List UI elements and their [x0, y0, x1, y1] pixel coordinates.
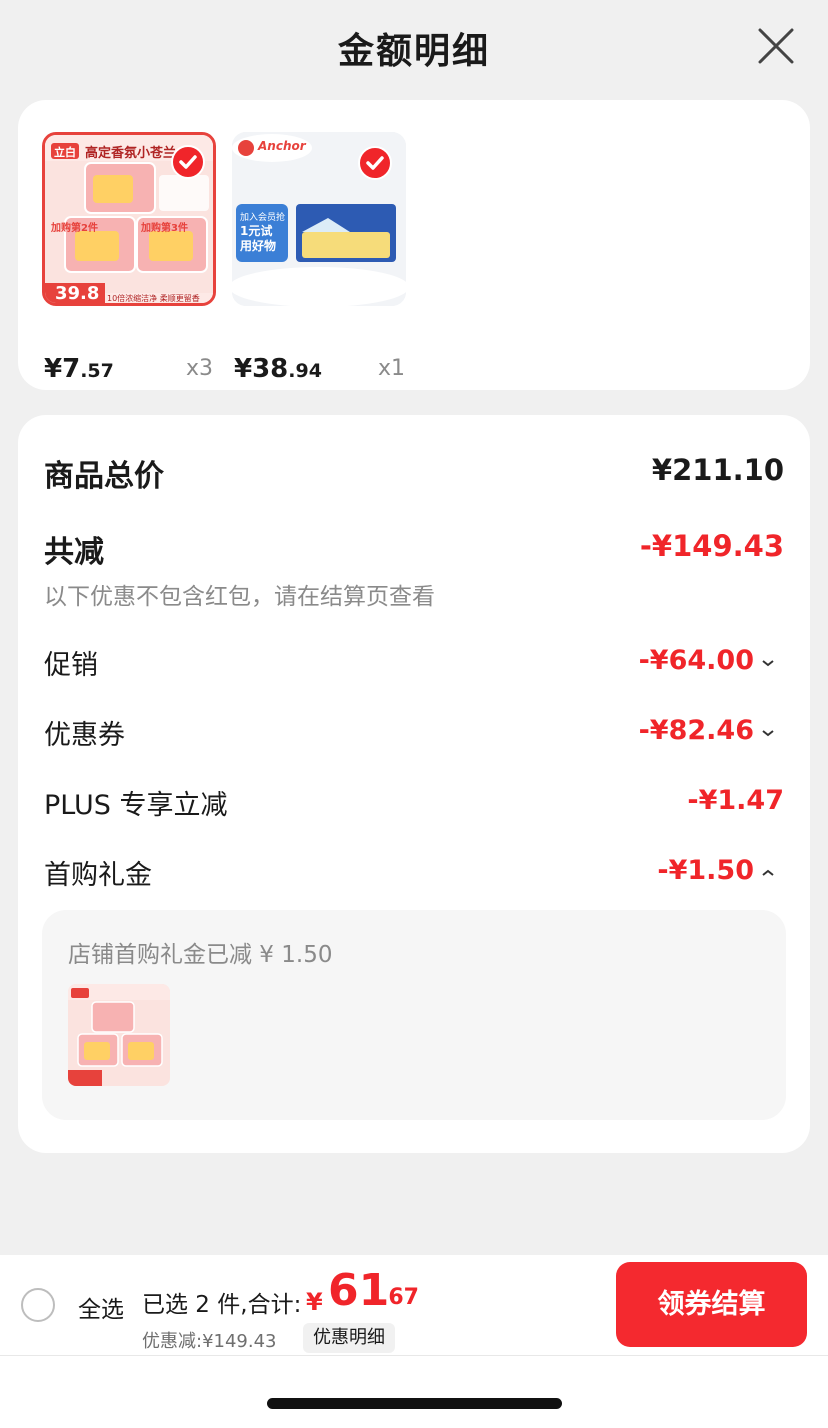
close-icon[interactable]: [756, 26, 796, 66]
checkout-button[interactable]: 领券结算: [616, 1262, 807, 1347]
promo-value[interactable]: -¥64.00: [639, 645, 754, 676]
product-image[interactable]: 立白 高定香氛小苍兰 加购第2件 加购第3件 39.8 10倍浓缩洁净 柔顺更留…: [42, 132, 216, 306]
plus-discount-label: PLUS 专享立减: [44, 790, 228, 821]
product-qty: x1: [378, 356, 406, 381]
product-item[interactable]: Anchor 加入会员抢 1元试用好物 ¥38.94 x1: [232, 132, 412, 384]
product-qty: x3: [186, 356, 214, 381]
first-purchase-gift-value[interactable]: -¥1.50: [657, 855, 754, 886]
product-price: ¥7.57: [44, 354, 114, 384]
home-indicator: [267, 1398, 562, 1409]
product-checked-icon[interactable]: [171, 145, 205, 179]
product-price-dec: .57: [80, 360, 114, 382]
checkout-bar: 全选 已选 2 件,合计: ¥ 61 .67 优惠减:¥149.43 优惠明细 …: [0, 1255, 828, 1428]
product-image-promo1: 加购第2件: [51, 223, 98, 234]
product-image[interactable]: Anchor 加入会员抢 1元试用好物: [232, 132, 406, 306]
select-all-checkbox[interactable]: [21, 1288, 55, 1322]
product-image-headline: 高定香氛小苍兰: [85, 146, 177, 161]
modal-header: 金额明细: [0, 0, 828, 95]
reduce-note: 以下优惠不包含红包，请在结算页查看: [44, 584, 435, 610]
total-reduce-label: 共减: [44, 535, 104, 570]
product-image-brand: 立白: [54, 146, 76, 159]
product-image-tagline: 10倍浓缩洁净 柔顺更留香: [107, 294, 200, 303]
plus-discount-value: -¥1.47: [687, 785, 784, 816]
modal-title: 金额明细: [337, 31, 490, 72]
product-checked-icon[interactable]: [358, 146, 392, 180]
gift-detail-text: 店铺首购礼金已减 ¥ 1.50: [68, 942, 333, 968]
gift-product-image: [68, 984, 170, 1086]
product-image-promo2: 加购第3件: [141, 223, 188, 234]
total-currency: ¥: [306, 1288, 323, 1316]
chevron-down-icon[interactable]: [760, 655, 776, 671]
promo-label[interactable]: 促销: [44, 643, 98, 682]
product-price-int: ¥38: [234, 354, 289, 384]
product-price: ¥38.94: [234, 354, 322, 384]
product-price-dec: .94: [288, 360, 322, 382]
discount-detail-button[interactable]: 优惠明细: [303, 1323, 395, 1353]
gift-detail-panel: 店铺首购礼金已减 ¥ 1.50: [42, 910, 786, 1120]
goods-total-label: 商品总价: [44, 459, 164, 494]
select-all-label[interactable]: 全选: [78, 1290, 124, 1324]
product-image-promo-main: 1元试用好物: [240, 224, 277, 253]
divider: [0, 1355, 828, 1356]
amount-detail-card: 商品总价 ¥211.10 共减 -¥149.43 以下优惠不包含红包，请在结算页…: [18, 415, 810, 1153]
chevron-down-icon[interactable]: [760, 725, 776, 741]
discount-amount: 优惠减:¥149.43: [142, 1331, 277, 1352]
product-price-int: ¥7: [44, 354, 81, 384]
coupon-label[interactable]: 优惠券: [44, 713, 125, 752]
product-item[interactable]: 立白 高定香氛小苍兰 加购第2件 加购第3件 39.8 10倍浓缩洁净 柔顺更留…: [42, 132, 222, 384]
product-image-brand: Anchor: [258, 139, 306, 153]
products-card: 立白 高定香氛小苍兰 加购第2件 加购第3件 39.8 10倍浓缩洁净 柔顺更留…: [18, 100, 810, 390]
goods-total-value: ¥211.10: [651, 453, 784, 487]
selected-info: 已选 2 件,合计:: [142, 1292, 302, 1318]
total-amount-dec: .67: [380, 1285, 419, 1310]
product-image-badge-price: 39.8: [55, 283, 100, 304]
coupon-value[interactable]: -¥82.46: [639, 715, 754, 746]
first-purchase-gift-label[interactable]: 首购礼金: [44, 853, 152, 892]
chevron-up-icon[interactable]: [760, 865, 776, 881]
product-image-promo: 加入会员抢: [240, 213, 286, 223]
total-reduce-value: -¥149.43: [639, 529, 784, 563]
